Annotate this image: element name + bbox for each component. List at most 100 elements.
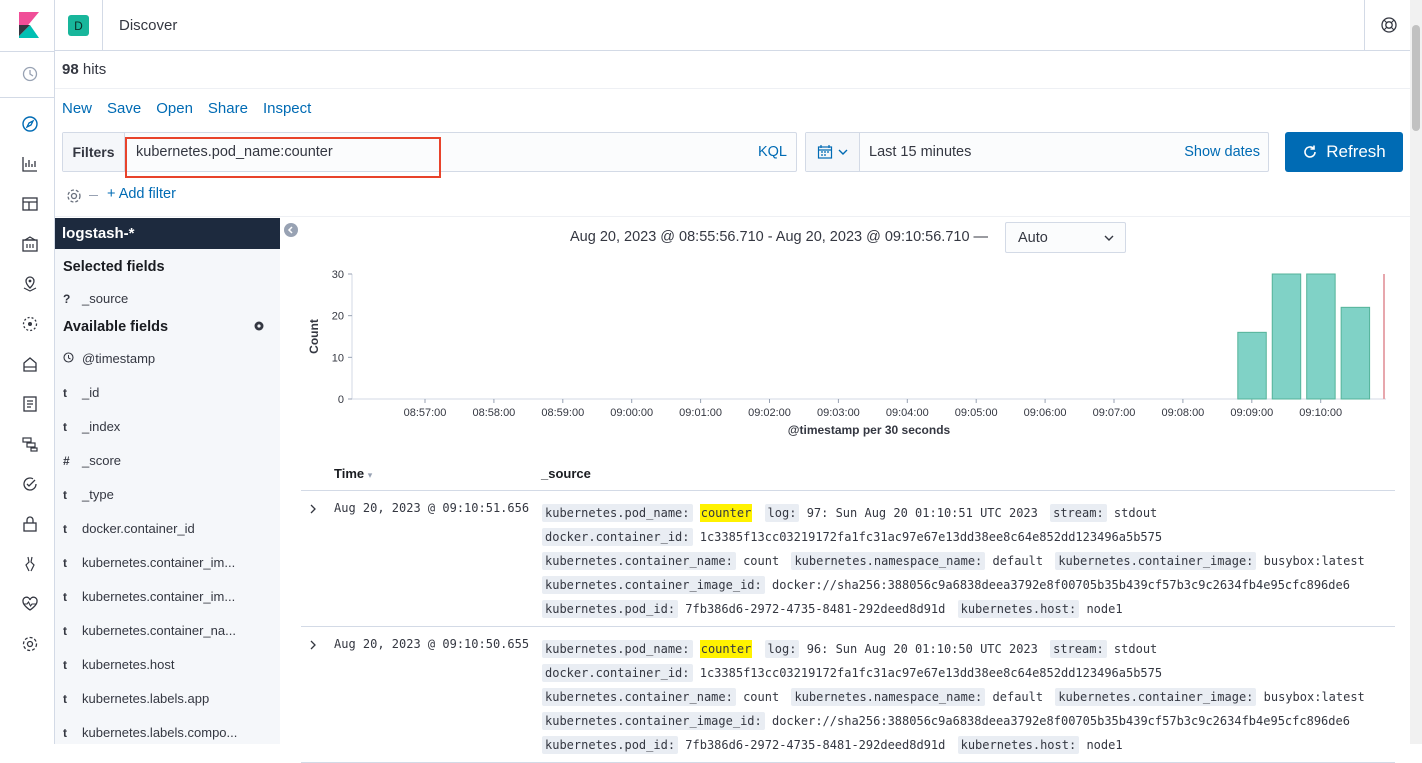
visualize-icon[interactable] (17, 151, 43, 177)
histogram-chart: 0 10 20 30 Count 08:57:00 08:58:00 08:59:00 09:0… (307, 269, 1386, 437)
source-field-value: docker://sha256:388056c9a6838deea3792e8f… (771, 578, 1350, 592)
source-field-value: 1c3385f13cc03219172fa1fc31ac97e67e13dd38… (699, 666, 1163, 680)
row-source: kubernetes.pod_name: counter log: 97: Su… (542, 501, 1392, 621)
y-tick-label: 10 (332, 352, 344, 364)
monitoring-icon[interactable] (17, 591, 43, 617)
divider (55, 88, 1410, 89)
source-field: kubernetes.pod_name: counter (542, 504, 753, 522)
field-item[interactable]: t _id (63, 385, 273, 405)
source-field-value: count (743, 690, 780, 704)
source-field-value: count (743, 554, 780, 568)
index-pattern-selector[interactable]: logstash-* (55, 218, 280, 249)
x-tick-label: 09:01:00 (679, 407, 722, 419)
dashboard-icon[interactable] (17, 191, 43, 217)
field-type-icon: t (63, 420, 67, 434)
source-field-key: kubernetes.container_image_id: (542, 712, 765, 730)
security-icon[interactable] (17, 511, 43, 537)
new-button[interactable]: New (62, 100, 92, 117)
column-header-time[interactable]: Time ▾ (334, 466, 372, 481)
canvas-icon[interactable] (17, 231, 43, 257)
field-name: @timestamp (82, 351, 156, 366)
calendar-icon (817, 145, 832, 159)
field-item[interactable]: ? _source (63, 291, 273, 311)
source-field: kubernetes.container_image: busybox:late… (1055, 688, 1365, 706)
maps-icon[interactable] (17, 271, 43, 297)
interval-select[interactable]: Auto (1005, 222, 1126, 253)
x-tick-label: 09:07:00 (1093, 407, 1136, 419)
collapse-sidebar-icon[interactable] (284, 223, 298, 237)
x-tick-label: 09:05:00 (955, 407, 998, 419)
field-type-icon: t (63, 624, 67, 638)
field-name: kubernetes.container_im... (82, 589, 236, 604)
source-field-key: kubernetes.pod_name: (542, 504, 693, 522)
field-item[interactable]: t kubernetes.labels.app (63, 691, 273, 711)
divider (89, 195, 98, 196)
table-row[interactable]: Aug 20, 2023 @ 09:10:50.655 kubernetes.po… (301, 627, 1395, 763)
date-picker: Last 15 minutes Show dates (805, 132, 1269, 172)
source-field-key: kubernetes.pod_id: (542, 600, 679, 618)
field-type-icon: ? (63, 292, 71, 306)
apm-icon[interactable] (17, 431, 43, 457)
field-name: docker.container_id (82, 521, 195, 536)
field-item[interactable]: t kubernetes.container_im... (63, 555, 273, 575)
kql-toggle-button[interactable]: KQL (758, 144, 787, 160)
expand-row-icon[interactable] (308, 501, 318, 514)
table-row[interactable]: Aug 20, 2023 @ 09:10:51.656 kubernetes.po… (301, 491, 1395, 627)
field-type-icon: t (63, 726, 67, 740)
inspect-button[interactable]: Inspect (263, 100, 311, 117)
ml-icon[interactable] (17, 311, 43, 337)
field-item[interactable]: t kubernetes.container_im... (63, 589, 273, 609)
selected-fields-heading: Selected fields (63, 259, 165, 275)
x-axis-label: @timestamp per 30 seconds (788, 423, 951, 437)
logs-icon[interactable] (17, 391, 43, 417)
field-type-icon: t (63, 386, 67, 400)
quick-select-button[interactable] (806, 133, 860, 171)
histogram-bar (1340, 306, 1371, 400)
field-name: _score (82, 453, 122, 468)
kibana-logo-icon[interactable] (17, 12, 41, 38)
field-name: _id (82, 385, 100, 400)
time-range-value[interactable]: Last 15 minutes (869, 144, 971, 160)
y-tick-label: 20 (332, 311, 344, 323)
uptime-icon[interactable] (17, 471, 43, 497)
y-axis-label: Count (307, 319, 321, 354)
field-type-icon: t (63, 556, 67, 570)
discover-icon[interactable] (17, 111, 43, 137)
gear-icon[interactable] (253, 320, 265, 332)
add-filter-button[interactable]: + Add filter (107, 186, 176, 202)
field-item[interactable]: t docker.container_id (63, 521, 273, 541)
help-icon[interactable] (1378, 14, 1400, 36)
infrastructure-icon[interactable] (17, 351, 43, 377)
source-field-key: kubernetes.container_image: (1055, 688, 1257, 706)
field-type-icon: t (63, 590, 67, 604)
annotation-highlight-box (125, 137, 441, 178)
refresh-button[interactable]: Refresh (1285, 132, 1403, 172)
x-tick-label: 09:02:00 (748, 407, 791, 419)
scrollbar-thumb[interactable] (1412, 25, 1420, 131)
sort-icon: ▾ (367, 470, 373, 480)
field-item[interactable]: t kubernetes.host (63, 657, 273, 677)
show-dates-button[interactable]: Show dates (1184, 144, 1260, 160)
open-button[interactable]: Open (156, 100, 193, 117)
gear-icon[interactable] (65, 187, 83, 205)
field-item[interactable]: @timestamp (63, 351, 273, 371)
recent-icon[interactable] (17, 61, 43, 87)
field-item[interactable]: t kubernetes.labels.compo... (63, 725, 273, 745)
field-item[interactable]: t kubernetes.container_na... (63, 623, 273, 643)
management-icon[interactable] (17, 631, 43, 657)
source-field-value: node1 (1086, 738, 1123, 752)
source-field-key: kubernetes.container_name: (542, 552, 736, 570)
expand-row-icon[interactable] (308, 637, 318, 650)
space-avatar[interactable]: D (68, 15, 89, 36)
share-button[interactable]: Share (208, 100, 248, 117)
x-tick-label: 09:04:00 (886, 407, 929, 419)
field-item[interactable]: t _index (63, 419, 273, 439)
save-button[interactable]: Save (107, 100, 141, 117)
hits-label: hits (82, 61, 107, 78)
source-field: log: 96: Sun Aug 20 01:10:50 UTC 2023 (764, 640, 1038, 658)
field-item[interactable]: t _type (63, 487, 273, 507)
refresh-label: Refresh (1326, 142, 1386, 161)
field-item[interactable]: # _score (63, 453, 273, 473)
divider (55, 216, 1410, 217)
dev-tools-icon[interactable] (17, 551, 43, 577)
